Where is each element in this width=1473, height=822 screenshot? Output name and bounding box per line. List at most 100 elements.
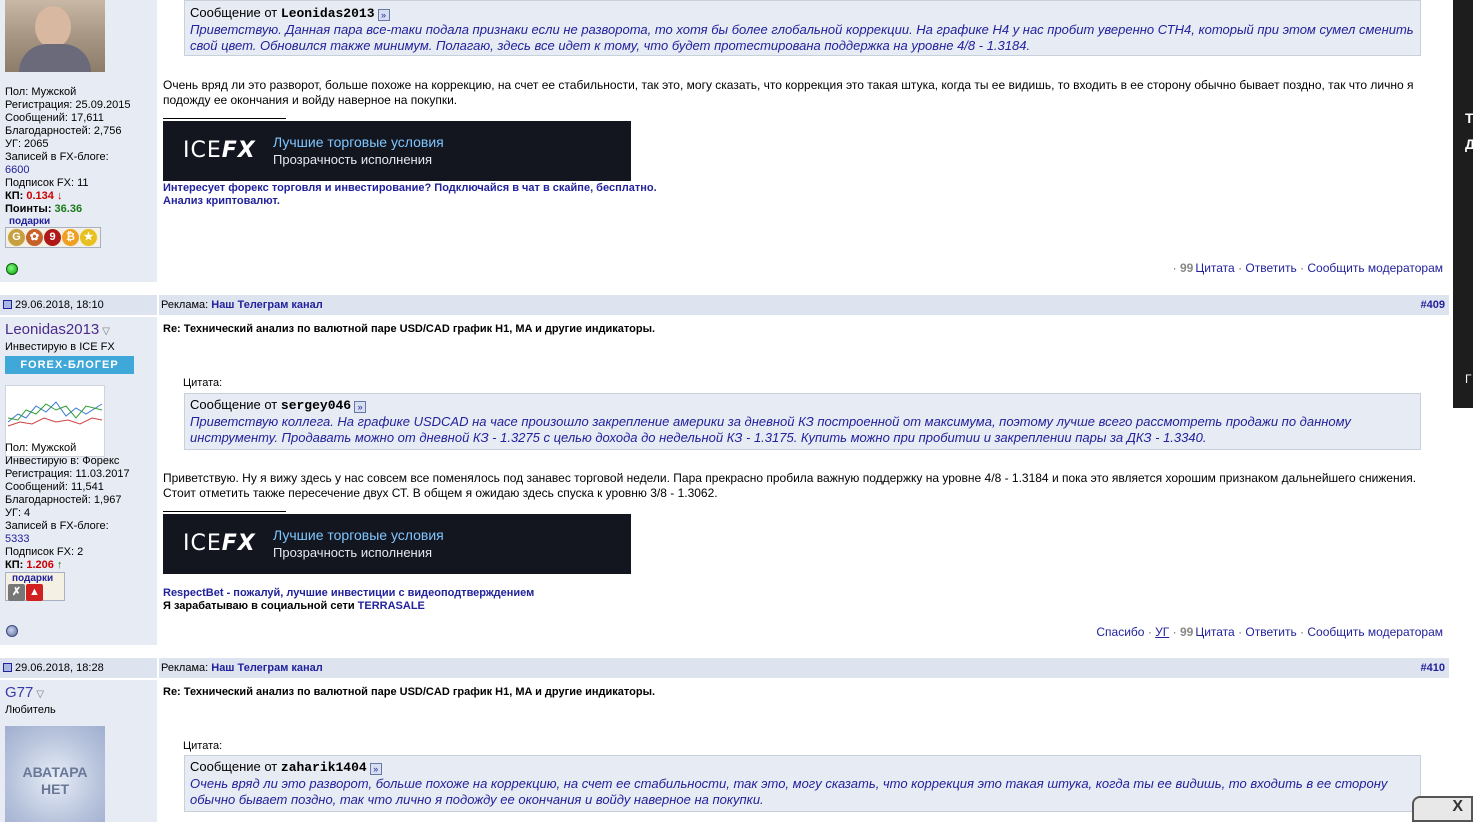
- no-avatar-text: НЕТ: [41, 781, 69, 797]
- quote-label: Цитата:: [183, 740, 223, 752]
- post-icon: [3, 663, 12, 672]
- quote-icon: 99: [1179, 625, 1194, 639]
- quote-button[interactable]: Цитата: [1195, 625, 1234, 639]
- post-icon: [3, 300, 12, 309]
- offline-status-icon: [6, 625, 18, 637]
- user-ug: УГ: 4: [5, 507, 31, 519]
- view-post-icon[interactable]: »: [369, 763, 382, 775]
- quote-icon: 99: [1179, 261, 1194, 275]
- post3-user-panel: G77 ▽ Любитель АВАТАРА НЕТ: [0, 680, 157, 822]
- gift-icon[interactable]: ▲: [26, 584, 43, 601]
- quote-author: Сообщение от zaharik1404»: [190, 759, 1415, 776]
- gift-icon[interactable]: 9: [44, 229, 61, 246]
- user-blog-label: Записей в FX-блоге:: [5, 520, 109, 532]
- forex-blogger-badge: FOREX-БЛОГЕР: [5, 356, 134, 374]
- ad-divider: [163, 511, 286, 512]
- post-separator: [0, 282, 1450, 295]
- quote-text: Приветствую. Данная пара все-таки подала…: [190, 22, 1414, 53]
- user-blog-count[interactable]: 6600: [5, 164, 130, 177]
- arrow-up-icon: ↑: [56, 559, 63, 571]
- user-thanks: Благодарностей: 1,967: [5, 494, 122, 506]
- quote-author: Сообщение от sergey046»: [190, 397, 1415, 414]
- quote-author: Сообщение от Leonidas2013»: [190, 5, 1415, 22]
- arrow-down-icon: ↓: [56, 190, 63, 202]
- post-actions: · 99 Цитата · Ответить · Сообщить модерат…: [1172, 261, 1443, 275]
- thanks-button[interactable]: Спасибо: [1096, 625, 1144, 639]
- signature-link[interactable]: RespectBet - пожалуй, лучшие инвестиции …: [163, 587, 534, 600]
- quote-box: Сообщение от Leonidas2013» Приветствую. …: [184, 0, 1421, 56]
- username-link[interactable]: Leonidas2013 ▽: [5, 321, 155, 341]
- telegram-ad-link[interactable]: Наш Телеграм канал: [211, 662, 323, 674]
- ad-banner[interactable]: ICEFX Лучшие торговые условия Прозрачнос…: [163, 121, 631, 181]
- medal-icon[interactable]: ★: [80, 229, 97, 246]
- user-kp: КП: 1.206 ↑: [5, 559, 63, 571]
- reply-button[interactable]: Ответить: [1245, 261, 1296, 275]
- quote-label: Цитата:: [183, 377, 223, 389]
- ug-button[interactable]: УГ: [1155, 625, 1169, 639]
- side-ad-text: Т: [1465, 110, 1473, 126]
- close-icon[interactable]: X: [1412, 796, 1473, 822]
- user-blog-count[interactable]: 5333: [5, 533, 130, 546]
- dropdown-triangle-icon[interactable]: ▽: [36, 689, 44, 700]
- post1-user-panel: Пол: Мужской Регистрация: 25.09.2015 Соо…: [0, 0, 157, 282]
- side-ad-strip[interactable]: Т Д Г: [1453, 0, 1473, 408]
- post-title: Re: Технический анализ по валютной паре …: [163, 323, 656, 335]
- user-title: Любитель: [5, 704, 56, 716]
- bitcoin-icon[interactable]: ₿: [62, 229, 79, 246]
- avatar[interactable]: [5, 0, 105, 72]
- user-gender: Пол: Мужской: [5, 442, 77, 454]
- icefx-logo: ICEFX: [183, 531, 256, 556]
- post-number-link[interactable]: #410: [1421, 658, 1445, 678]
- user-points: Поинты: 36.36: [5, 203, 83, 215]
- gifts-box[interactable]: G ✿ 9 ₿ ★: [5, 227, 101, 248]
- online-status-icon: [6, 263, 18, 275]
- post-separator: [0, 645, 1450, 658]
- gifts-box[interactable]: подарки ✗ ▲: [5, 572, 65, 601]
- post2-content: Re: Технический анализ по валютной паре …: [159, 317, 1449, 645]
- signature-link[interactable]: Анализ криптовалют.: [163, 195, 657, 208]
- user-title: Инвестирую в ICE FX: [5, 341, 115, 353]
- user-messages: Сообщений: 11,541: [5, 481, 104, 493]
- post-body: Очень вряд ли это разворот, больше похож…: [163, 78, 1414, 107]
- post-body: Приветствую. Ну я вижу здесь у нас совсе…: [163, 471, 1417, 500]
- no-avatar-text: АВАТАРА: [22, 764, 88, 780]
- side-ad-text: Г: [1465, 372, 1472, 386]
- terrasale-link[interactable]: TERRASALE: [358, 600, 425, 612]
- reply-button[interactable]: Ответить: [1245, 625, 1296, 639]
- user-kp: КП: 0.134 ↓: [5, 190, 63, 202]
- user-gender: Пол: Мужской: [5, 86, 77, 98]
- user-invests: Инвестирую в: Форекс: [5, 455, 120, 467]
- gift-icon[interactable]: G: [8, 229, 25, 246]
- user-ug: УГ: 2065: [5, 138, 49, 150]
- gift-icon[interactable]: ✗: [8, 584, 25, 601]
- quote-box: Сообщение от sergey046» Приветствую колл…: [184, 393, 1421, 450]
- ad-line2: Прозрачность исполнения: [273, 545, 433, 560]
- ad-divider: [163, 118, 286, 119]
- ad-line2: Прозрачность исполнения: [273, 152, 433, 167]
- no-avatar-placeholder[interactable]: АВАТАРА НЕТ: [5, 726, 105, 822]
- user-messages: Сообщений: 17,611: [5, 112, 104, 124]
- signature-text: Я зарабатываю в социальной сети: [163, 600, 355, 612]
- report-button[interactable]: Сообщить модераторам: [1307, 625, 1443, 639]
- quote-text: Очень вряд ли это разворот, больше похож…: [190, 776, 1388, 807]
- quote-text: Приветствую коллега. На графике USDCAD н…: [190, 414, 1351, 445]
- dropdown-triangle-icon[interactable]: ▽: [102, 326, 110, 337]
- telegram-ad-link[interactable]: Наш Телеграм канал: [211, 299, 323, 311]
- post-header: Реклама: Наш Телеграм канал #410: [159, 658, 1449, 678]
- view-post-icon[interactable]: »: [377, 9, 390, 21]
- side-ad-text: Д: [1465, 136, 1473, 152]
- gift-icon[interactable]: ✿: [26, 229, 43, 246]
- post-header: Реклама: Наш Телеграм канал #409: [159, 295, 1449, 315]
- quote-button[interactable]: Цитата: [1195, 261, 1234, 275]
- report-button[interactable]: Сообщить модераторам: [1307, 261, 1443, 275]
- user-thanks: Благодарностей: 2,756: [5, 125, 122, 137]
- signature: RespectBet - пожалуй, лучшие инвестиции …: [163, 587, 534, 613]
- ad-line1: Лучшие торговые условия: [273, 134, 444, 150]
- post-number-link[interactable]: #409: [1421, 295, 1445, 315]
- view-post-icon[interactable]: »: [354, 401, 367, 413]
- signature-link[interactable]: Интересует форекс торговля и инвестирова…: [163, 182, 657, 195]
- signature: Интересует форекс торговля и инвестирова…: [163, 182, 657, 208]
- ad-line1: Лучшие торговые условия: [273, 527, 444, 543]
- ad-banner[interactable]: ICEFX Лучшие торговые условия Прозрачнос…: [163, 514, 631, 574]
- username-link[interactable]: G77 ▽: [5, 684, 155, 704]
